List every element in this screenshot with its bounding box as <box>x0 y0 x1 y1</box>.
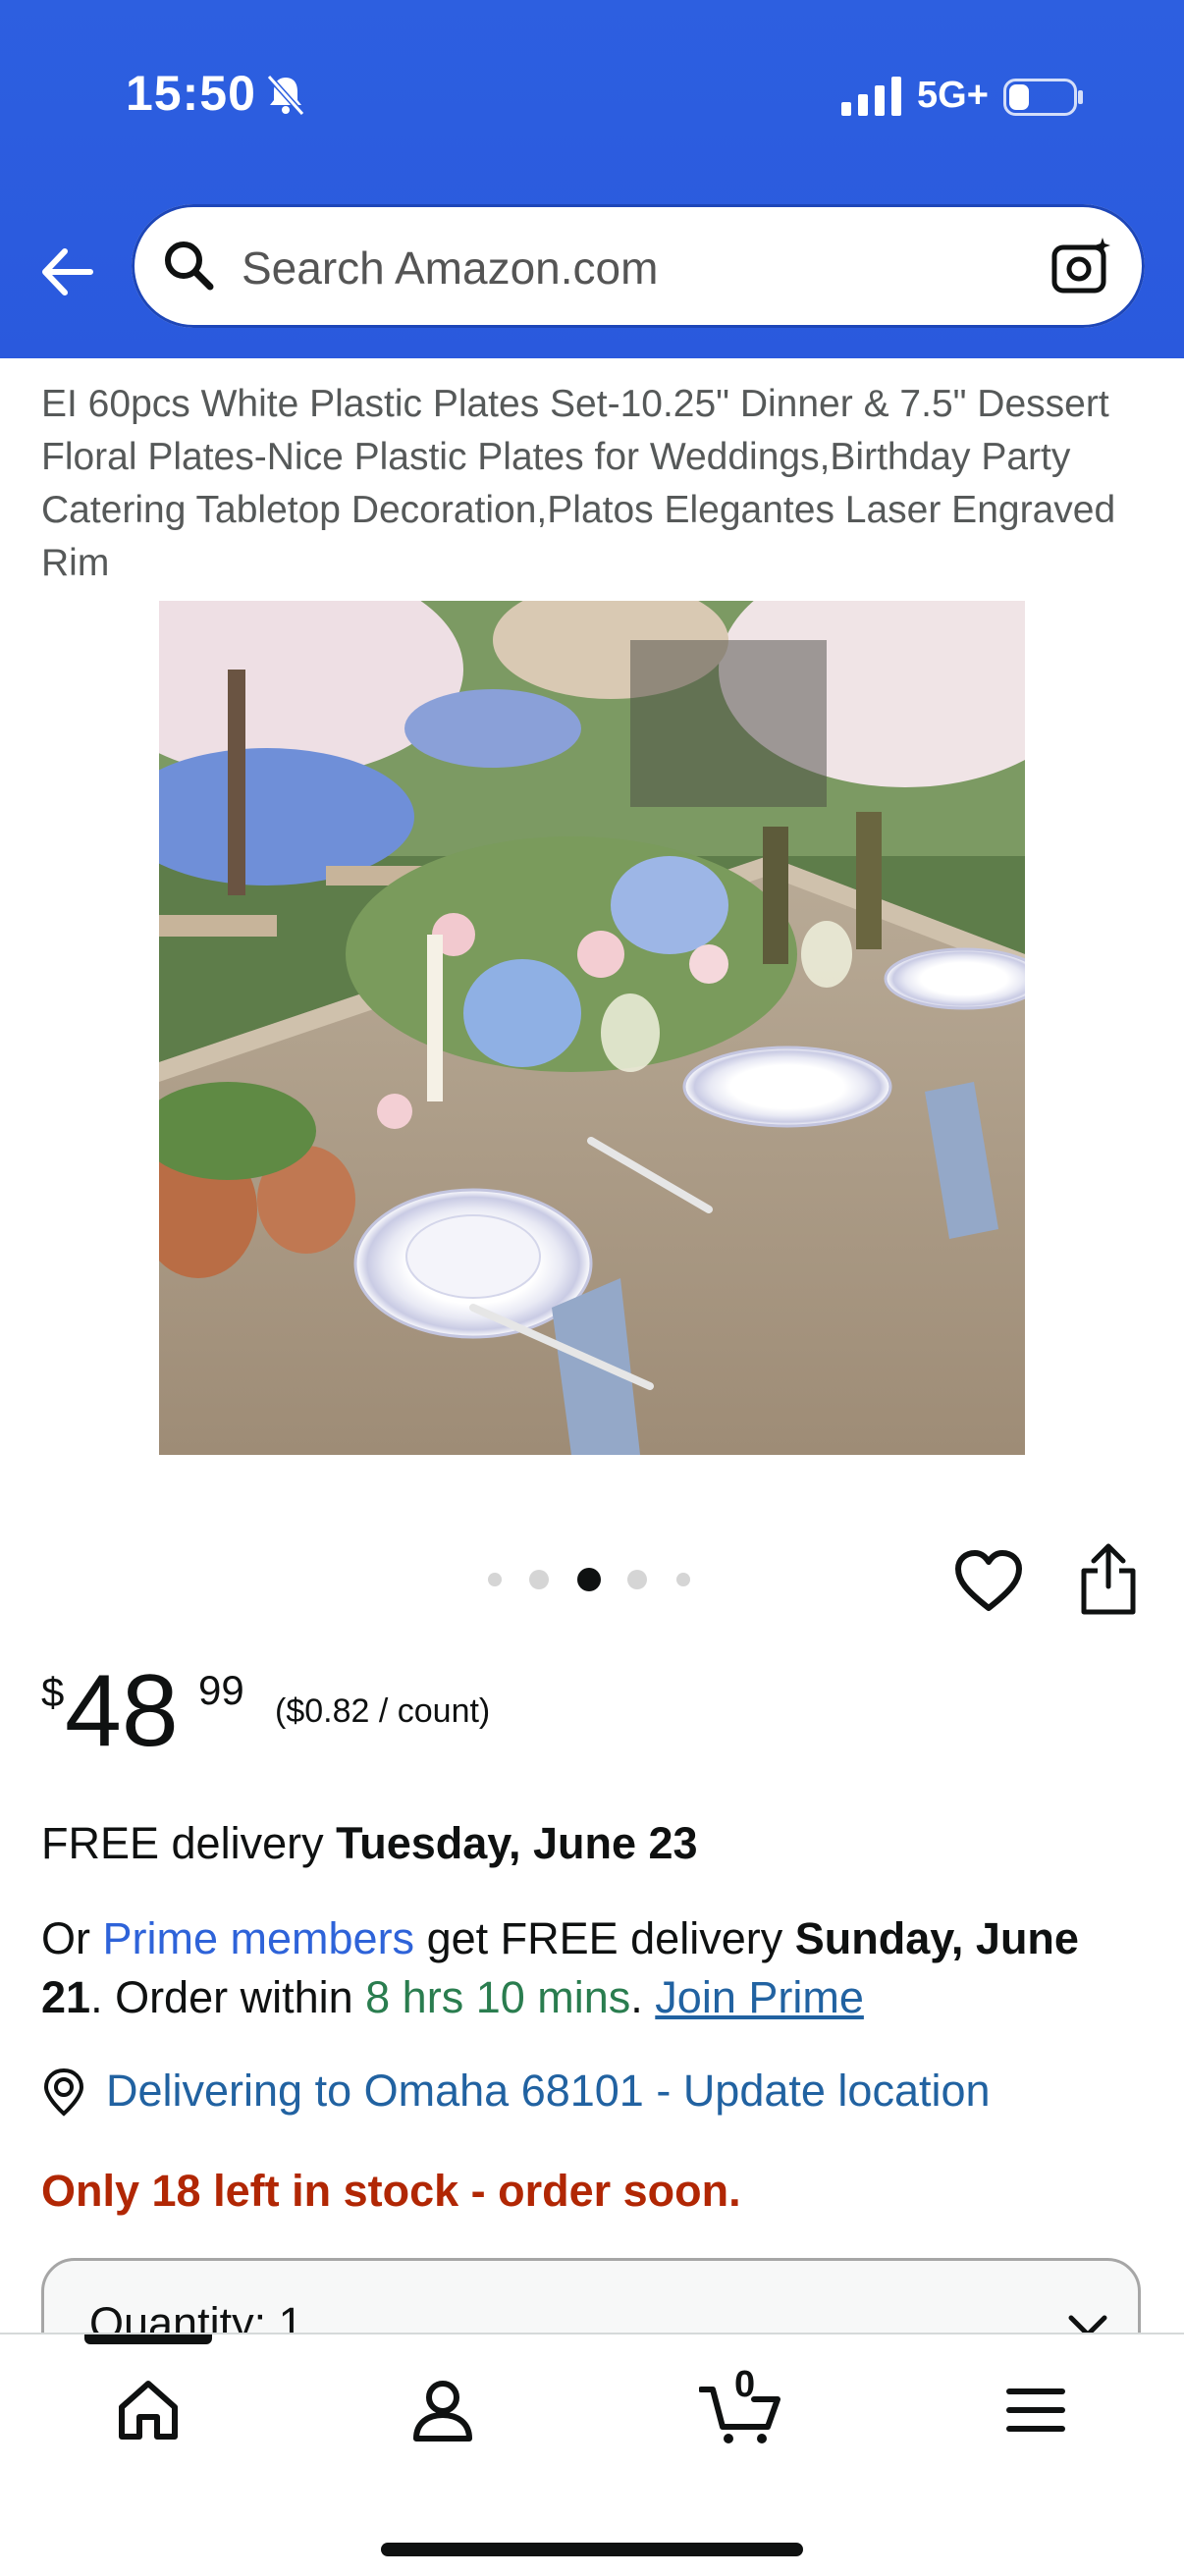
menu-icon[interactable] <box>1001 2376 1070 2444</box>
wishlist-heart-icon[interactable] <box>954 1549 1023 1614</box>
home-icon[interactable] <box>114 2376 183 2444</box>
order-within-text: . Order within <box>90 1972 366 2022</box>
product-title[interactable]: EI 60pcs White Plastic Plates Set-10.25"… <box>41 378 1141 590</box>
bottom-nav-bar: 0 <box>0 2333 1184 2576</box>
cell-signal-icon <box>841 77 901 116</box>
search-input[interactable]: Search Amazon.com <box>132 204 1145 328</box>
carousel-dot-active[interactable] <box>577 1568 601 1591</box>
prime-mid-text: get FREE delivery <box>414 1913 795 1963</box>
account-icon[interactable] <box>408 2376 477 2444</box>
home-indicator[interactable] <box>381 2543 803 2556</box>
prime-delivery-line: Or Prime members get FREE delivery Sunda… <box>41 1909 1151 2027</box>
back-arrow-icon[interactable] <box>35 242 96 302</box>
app-header: 15:50 5G+ Search Amazon.com <box>0 0 1184 358</box>
free-delivery-prefix: FREE delivery <box>41 1818 337 1868</box>
join-prime-link[interactable]: Join Prime <box>655 1972 864 2022</box>
network-type: 5G+ <box>917 75 989 116</box>
delivery-location-text[interactable]: Delivering to Omaha 68101 - Update locat… <box>106 2066 991 2117</box>
battery-icon <box>1003 79 1083 116</box>
free-delivery-line: FREE delivery Tuesday, June 23 <box>41 1818 698 1869</box>
unit-price: ($0.82 / count) <box>275 1692 491 1730</box>
status-time: 15:50 <box>126 66 256 121</box>
period: . <box>630 1972 656 2022</box>
active-tab-indicator <box>84 2334 212 2344</box>
carousel-dot[interactable] <box>627 1570 647 1589</box>
share-icon[interactable] <box>1078 1541 1139 1616</box>
carousel-dot[interactable] <box>676 1573 690 1586</box>
carousel-dot[interactable] <box>529 1570 549 1589</box>
prime-or: Or <box>41 1913 103 1963</box>
camera-search-icon[interactable] <box>1049 234 1114 298</box>
delivery-location[interactable]: Delivering to Omaha 68101 - Update locat… <box>41 2066 1141 2124</box>
search-icon <box>165 242 214 291</box>
stock-status: Only 18 left in stock - order soon. <box>41 2166 741 2216</box>
price-fraction: 99 <box>198 1667 244 1713</box>
location-pin-icon <box>43 2067 84 2117</box>
carousel-dot[interactable] <box>488 1573 502 1586</box>
cart-count: 0 <box>734 2364 756 2405</box>
delivery-countdown: 8 hrs 10 mins <box>365 1972 631 2022</box>
bell-muted-icon <box>266 74 305 117</box>
product-image[interactable] <box>159 601 1025 1455</box>
search-placeholder: Search Amazon.com <box>242 242 659 294</box>
prime-members-link[interactable]: Prime members <box>103 1913 415 1963</box>
price-whole: 48 <box>65 1654 179 1768</box>
image-carousel-dots[interactable] <box>488 1567 704 1591</box>
free-delivery-date: Tuesday, June 23 <box>336 1818 698 1868</box>
price-currency-symbol: $ <box>41 1669 65 1715</box>
